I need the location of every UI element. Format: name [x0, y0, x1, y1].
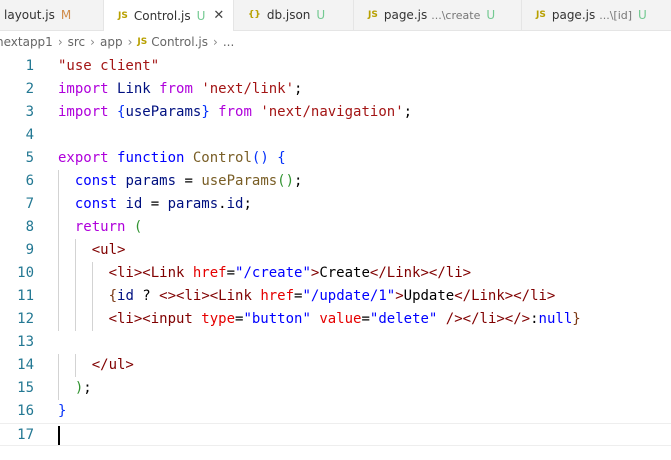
line-number: 1	[25, 58, 34, 74]
line-number: 3	[25, 104, 34, 120]
json-file-icon: {}	[248, 10, 261, 20]
line-number: 7	[25, 196, 34, 212]
close-icon[interactable]: ✕	[213, 8, 224, 23]
code-text: "use client"	[58, 58, 160, 74]
code-text: }	[58, 403, 67, 419]
breadcrumb-item-app[interactable]: app	[100, 35, 123, 49]
chevron-right-icon: ›	[57, 35, 63, 49]
breadcrumb: nextapp1 › src › app › JS Control.js › .…	[0, 31, 671, 53]
tab-page-js-id[interactable]: JS page.js ...\[id] U	[522, 0, 671, 30]
code-line[interactable]: 8 return (	[0, 216, 671, 239]
breadcrumb-item-nextapp1[interactable]: nextapp1	[0, 35, 53, 49]
code-text: </ul>	[91, 357, 134, 373]
code-text: <ul>	[91, 242, 126, 258]
breadcrumb-item-symbols[interactable]: ...	[223, 35, 234, 49]
js-file-icon: JS	[536, 10, 546, 20]
tab-page-js-create[interactable]: JS page.js ...\create U	[354, 0, 522, 30]
tab-label: db.json	[266, 8, 311, 22]
code-text: import Link from 'next/link';	[58, 81, 303, 97]
code-text: const id = params.id;	[74, 196, 252, 212]
tab-layout-js[interactable]: layout.js M	[0, 0, 104, 30]
line-number: 2	[25, 81, 34, 97]
code-line[interactable]: 15 );	[0, 377, 671, 400]
untracked-badge: U	[638, 8, 647, 22]
code-line[interactable]: 5 export function Control() {	[0, 147, 671, 170]
line-number: 11	[17, 288, 34, 304]
tab-label: Control.js	[133, 8, 191, 23]
code-text: <li><Link href="/create">Create</Link></…	[108, 265, 472, 281]
chevron-right-icon: ›	[90, 35, 95, 49]
code-line[interactable]: 3 import {useParams} from 'next/navigatio…	[0, 101, 671, 124]
js-file-icon: JS	[368, 10, 378, 20]
line-number: 5	[25, 150, 34, 166]
chevron-right-icon: ›	[127, 35, 133, 49]
code-line[interactable]: 1 "use client"	[0, 55, 671, 78]
code-line[interactable]: 16}	[0, 400, 671, 423]
line-number: 9	[25, 242, 34, 258]
code-line[interactable]: 14 </ul>	[0, 354, 671, 377]
code-editor[interactable]: 1 "use client" 2 import Link from 'next/lin…	[0, 53, 671, 460]
code-text: );	[74, 380, 92, 396]
code-text: return (	[74, 219, 143, 235]
code-line[interactable]: 12 <li><input type="button" value="delet…	[0, 308, 671, 331]
line-number: 15	[17, 380, 34, 396]
line-number: 17	[17, 427, 34, 443]
code-line[interactable]: 13	[0, 331, 671, 354]
line-number: 6	[25, 173, 34, 189]
code-line[interactable]: 11 {id ? <><li><Link href="/update/1">Up…	[0, 285, 671, 308]
line-number: 16	[17, 403, 34, 419]
tab-path-hint: ...\create	[431, 8, 481, 22]
text-cursor	[58, 426, 60, 445]
code-text: {id ? <><li><Link href="/update/1">Updat…	[108, 288, 556, 304]
code-text: import {useParams} from 'next/navigation…	[58, 104, 413, 120]
chevron-right-icon: ›	[213, 35, 218, 49]
code-line[interactable]: 2 import Link from 'next/link';	[0, 78, 671, 101]
line-number: 8	[25, 219, 34, 235]
tab-control-js[interactable]: JS Control.js U ✕	[104, 0, 234, 31]
tab-label: page.js	[551, 8, 596, 22]
line-number: 13	[17, 334, 34, 350]
breadcrumb-item-src[interactable]: src	[68, 35, 86, 49]
js-file-icon: JS	[118, 10, 128, 21]
modified-badge: M	[60, 8, 72, 22]
code-line[interactable]: 17	[0, 423, 671, 446]
tab-path-hint: ...\[id]	[599, 8, 633, 22]
breadcrumb-item-file[interactable]: Control.js	[151, 35, 208, 49]
editor-tab-bar: layout.js M JS Control.js U ✕ {} db.json…	[0, 0, 671, 31]
untracked-badge: U	[196, 8, 206, 23]
tab-label: layout.js	[4, 8, 55, 22]
code-line[interactable]: 9 <ul>	[0, 239, 671, 262]
code-text: <li><input type="button" value="delete" …	[108, 311, 581, 327]
tab-label: page.js	[383, 8, 428, 22]
line-number: 14	[17, 357, 34, 373]
js-file-icon: JS	[137, 37, 148, 47]
code-line[interactable]: 4	[0, 124, 671, 147]
code-line[interactable]: 10 <li><Link href="/create">Create</Link…	[0, 262, 671, 285]
code-text: export function Control() {	[58, 150, 286, 166]
untracked-badge: U	[316, 8, 326, 22]
tab-db-json[interactable]: {} db.json U	[234, 0, 354, 30]
line-number: 12	[17, 311, 34, 327]
code-text: const params = useParams();	[74, 173, 303, 189]
untracked-badge: U	[486, 8, 496, 22]
line-number: 4	[25, 127, 34, 143]
line-number: 10	[17, 265, 34, 281]
code-line[interactable]: 7 const id = params.id;	[0, 193, 671, 216]
code-line[interactable]: 6 const params = useParams();	[0, 170, 671, 193]
